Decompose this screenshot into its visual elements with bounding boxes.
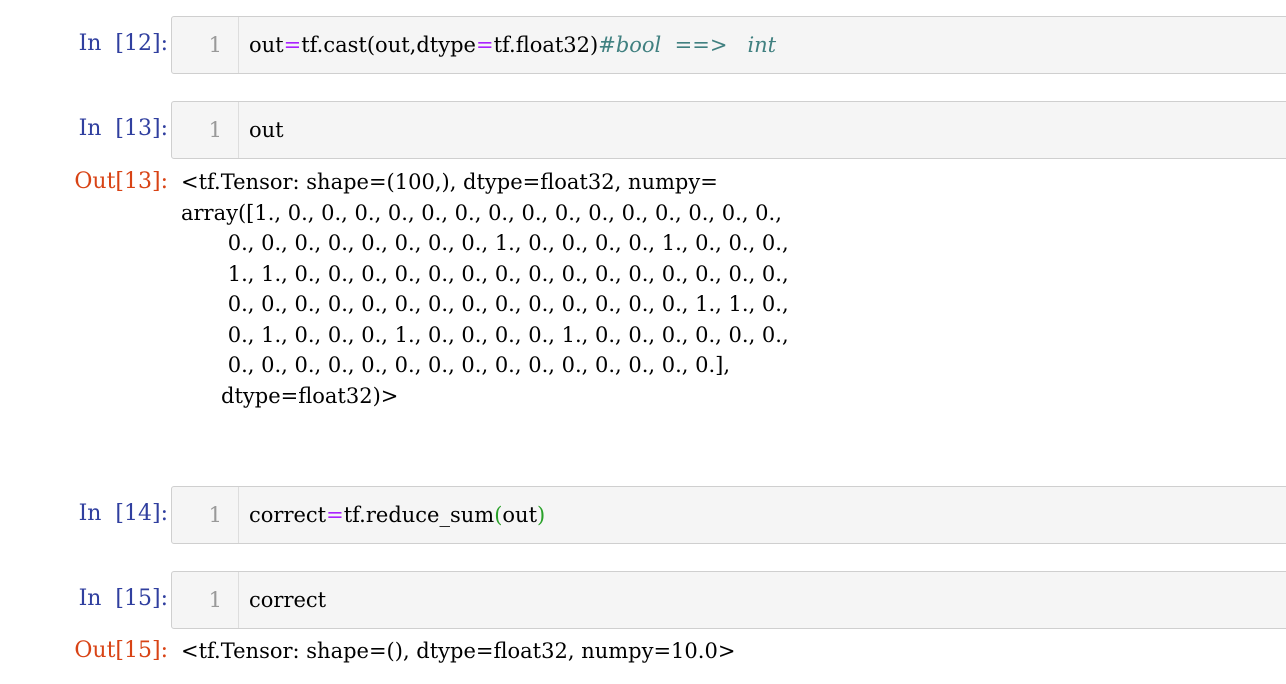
code-line[interactable]: correct=tf.reduce_sum(out)	[249, 487, 545, 543]
output-line: 0., 1., 0., 0., 0., 1., 0., 0., 0., 0., …	[181, 322, 789, 347]
code-token: out	[502, 503, 538, 527]
input-prompt-14: In [14]:	[78, 501, 168, 526]
output-line: 0., 0., 0., 0., 0., 0., 0., 0., 0., 0., …	[181, 353, 731, 377]
code-line[interactable]: out=tf.cast(out,dtype=tf.float32)#bool =…	[249, 17, 776, 73]
output-prompt-15: Out[15]:	[74, 638, 168, 663]
code-operator: =	[326, 503, 344, 527]
line-number-gutter: 1	[172, 487, 239, 543]
output-prompt-13: Out[13]:	[74, 169, 168, 194]
code-paren: )	[537, 503, 546, 527]
output-line: 0., 0., 0., 0., 0., 0., 0., 0., 0., 0., …	[181, 292, 789, 316]
line-number-gutter: 1	[172, 572, 239, 628]
code-operator: =	[475, 33, 494, 57]
cell-output-13: <tf.Tensor: shape=(100,), dtype=float32,…	[181, 167, 789, 411]
code-token: correct	[249, 503, 327, 527]
output-line: 0., 0., 0., 0., 0., 0., 0., 0., 1., 0., …	[181, 231, 789, 255]
line-number-gutter: 1	[172, 17, 239, 73]
code-token: out	[249, 33, 284, 57]
output-line: <tf.Tensor: shape=(), dtype=float32, num…	[181, 639, 736, 663]
code-token: tf.cast(out,dtype	[301, 33, 476, 57]
cell-output-15: <tf.Tensor: shape=(), dtype=float32, num…	[181, 636, 735, 667]
input-prompt-13: In [13]:	[78, 116, 168, 141]
input-prompt-12: In [12]:	[78, 31, 168, 56]
code-comment: #bool ==> int	[598, 33, 777, 57]
code-editor-12[interactable]: 1 out=tf.cast(out,dtype=tf.float32)#bool…	[171, 16, 1286, 74]
code-editor-13[interactable]: 1 out	[171, 101, 1286, 159]
code-editor-15[interactable]: 1 correct	[171, 571, 1286, 629]
output-line: <tf.Tensor: shape=(100,), dtype=float32,…	[181, 170, 718, 194]
line-number-gutter: 1	[172, 102, 239, 158]
code-token: tf.reduce_sum	[343, 503, 495, 527]
input-prompt-15: In [15]:	[78, 586, 168, 611]
code-line[interactable]: out	[249, 102, 284, 158]
code-token: tf.float32)	[493, 33, 599, 57]
code-line[interactable]: correct	[249, 572, 326, 628]
output-line: 1., 1., 0., 0., 0., 0., 0., 0., 0., 0., …	[181, 261, 789, 286]
output-line: dtype=float32)>	[181, 383, 399, 408]
output-line: array([1., 0., 0., 0., 0., 0., 0., 0., 0…	[181, 200, 782, 225]
code-operator: =	[283, 33, 302, 57]
code-editor-14[interactable]: 1 correct=tf.reduce_sum(out)	[171, 486, 1286, 544]
